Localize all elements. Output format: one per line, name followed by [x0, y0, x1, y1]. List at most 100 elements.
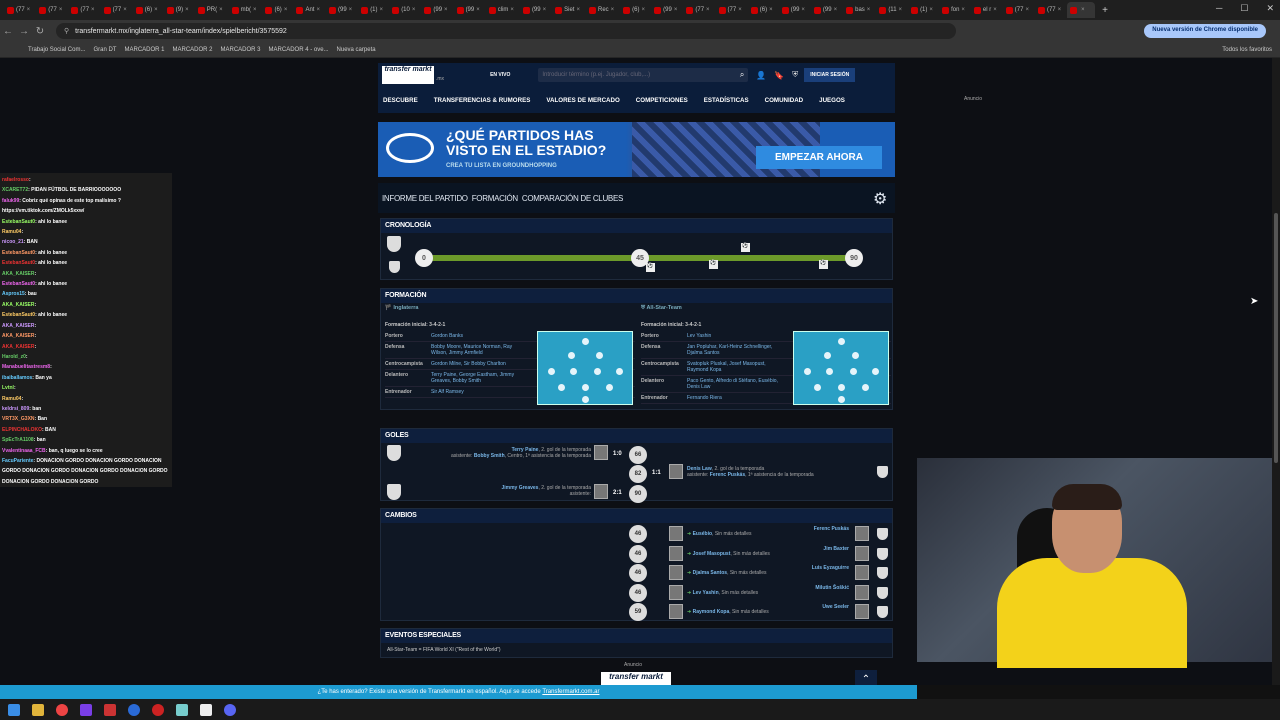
- browser-tab[interactable]: (77 ×: [683, 2, 712, 18]
- nav-item[interactable]: TRANSFERENCIAS & RUMORES: [434, 97, 531, 104]
- player-photo[interactable]: [669, 526, 683, 541]
- chat-username[interactable]: nicoo_21: [2, 239, 24, 245]
- browser-tab[interactable]: (77 ×: [4, 2, 33, 18]
- chrome-update-button[interactable]: Nueva versión de Chrome disponible: [1144, 24, 1266, 38]
- tab-close-icon[interactable]: ×: [543, 7, 547, 13]
- login-button[interactable]: INICIAR SESIÓN: [804, 68, 856, 82]
- live-badge[interactable]: EN VIVO: [490, 72, 510, 78]
- bookmark-item[interactable]: Nueva carpeta: [337, 47, 376, 53]
- search-icon[interactable]: ⌕: [740, 70, 744, 80]
- shield-icon[interactable]: ⛨: [792, 70, 798, 80]
- player-position-dot[interactable]: [548, 368, 555, 375]
- browser-tab[interactable]: (99 ×: [326, 2, 355, 18]
- lineup-players[interactable]: Svatopluk Pluskal, Josef Masopust, Raymo…: [687, 359, 783, 375]
- tab-close-icon[interactable]: ×: [1081, 7, 1085, 13]
- chat-username[interactable]: AKA_KAISER: [2, 302, 35, 308]
- lineup-players[interactable]: Jan Popluhar, Karl-Heinz Schnellinger, D…: [687, 342, 783, 358]
- tab-close-icon[interactable]: ×: [444, 7, 448, 13]
- tab-close-icon[interactable]: ×: [510, 7, 514, 13]
- search-input[interactable]: Introducir término (p.ej. Jugador, club,…: [538, 68, 749, 82]
- url-field[interactable]: ⚲ transfermarkt.mx/inglaterra_all-star-t…: [56, 23, 956, 39]
- chat-username[interactable]: VRT3X_G3XN: [2, 416, 35, 422]
- chrome-icon[interactable]: [56, 703, 68, 716]
- app-icon[interactable]: [104, 703, 116, 716]
- scroll-top-button[interactable]: ⌃: [855, 670, 877, 685]
- browser-tab[interactable]: (1) ×: [908, 2, 936, 18]
- tab-club-comparison[interactable]: COMPARACIÓN DE CLUBES: [522, 194, 623, 203]
- bookmark-item[interactable]: Trabajo Social Com...: [28, 47, 85, 53]
- tab-close-icon[interactable]: ×: [476, 7, 480, 13]
- close-icon[interactable]: ✕: [1266, 3, 1274, 14]
- chat-username[interactable]: Manabuelitastresm8: [2, 364, 50, 370]
- browser-tab[interactable]: Siet ×: [552, 2, 583, 18]
- chat-username[interactable]: Lvtnl: [2, 385, 14, 391]
- player-position-dot[interactable]: [804, 368, 811, 375]
- browser-tab[interactable]: (99 ×: [811, 2, 840, 18]
- tab-close-icon[interactable]: ×: [674, 7, 678, 13]
- player-position-dot[interactable]: [606, 384, 613, 391]
- tab-close-icon[interactable]: ×: [993, 7, 997, 13]
- browser-tab[interactable]: (1) ×: [358, 2, 386, 18]
- discord-icon[interactable]: [224, 703, 236, 716]
- browser-tab[interactable]: (77 ×: [1035, 2, 1064, 18]
- tab-close-icon[interactable]: ×: [929, 7, 933, 13]
- lineup-players[interactable]: Terry Paine, George Eastham, Jimmy Greav…: [431, 370, 527, 386]
- tab-close-icon[interactable]: ×: [380, 7, 384, 13]
- browser-tab[interactable]: el r ×: [971, 2, 1000, 18]
- maximize-icon[interactable]: ☐: [1240, 3, 1248, 14]
- chat-username[interactable]: rafaelrosso: [2, 177, 29, 183]
- bookmark-item[interactable]: MARCADOR 1: [124, 47, 164, 53]
- browser-tab[interactable]: PR(×: [195, 2, 226, 18]
- browser-tab[interactable]: (9) ×: [164, 2, 192, 18]
- lineup-players[interactable]: Bobby Moore, Maurice Norman, Ray Wilson,…: [431, 342, 527, 358]
- chat-username[interactable]: EstebanSaut0: [2, 250, 35, 256]
- new-tab-icon[interactable]: +: [1102, 5, 1108, 16]
- file-explorer-icon[interactable]: [32, 703, 44, 716]
- lineup-players[interactable]: Lev Yashin: [687, 331, 783, 341]
- timeline-goal-66-icon[interactable]: ⚽: [646, 263, 655, 272]
- chat-username[interactable]: Aspros15: [2, 291, 25, 297]
- home-team-name[interactable]: 🏴 Inglaterra: [385, 305, 418, 311]
- player-position-dot[interactable]: [838, 338, 845, 345]
- player-position-dot[interactable]: [582, 338, 589, 345]
- tab-close-icon[interactable]: ×: [706, 7, 710, 13]
- player-position-dot[interactable]: [850, 368, 857, 375]
- chat-username[interactable]: EstebanSaut0: [2, 260, 35, 266]
- chat-username[interactable]: ELPINCHALOKO: [2, 427, 42, 433]
- sub-out-name[interactable]: Jim Baxter: [789, 546, 849, 552]
- tab-close-icon[interactable]: ×: [154, 7, 158, 13]
- reload-icon[interactable]: ↻: [32, 26, 48, 37]
- lineup-players[interactable]: Fernando Riera: [687, 393, 783, 403]
- tab-close-icon[interactable]: ×: [123, 7, 127, 13]
- chat-username[interactable]: Ramu04: [2, 229, 21, 235]
- app-icon[interactable]: [128, 703, 140, 716]
- browser-tab[interactable]: (99 ×: [779, 2, 808, 18]
- player-position-dot[interactable]: [570, 368, 577, 375]
- browser-tab[interactable]: (77 ×: [101, 2, 130, 18]
- sub-out-name[interactable]: Luis Eyzaguirre: [789, 565, 849, 571]
- tab-close-icon[interactable]: ×: [27, 7, 31, 13]
- nav-item[interactable]: DESCUBRE: [383, 97, 418, 104]
- lineup-players[interactable]: Paco Gento, Alfredo di Stéfano, Eusébio,…: [687, 376, 783, 392]
- forward-icon[interactable]: →: [16, 26, 32, 37]
- browser-tab[interactable]: (6) ×: [620, 2, 648, 18]
- player-position-dot[interactable]: [824, 352, 831, 359]
- user-icon[interactable]: 👤: [756, 71, 766, 80]
- player-position-dot[interactable]: [862, 384, 869, 391]
- browser-tab[interactable]: clim ×: [486, 2, 517, 18]
- chat-username[interactable]: keldrsi_809: [2, 406, 29, 412]
- chat-username[interactable]: Vvalentinaaa_FCB: [2, 448, 46, 454]
- browser-tab[interactable]: (99 ×: [520, 2, 549, 18]
- tab-close-icon[interactable]: ×: [961, 7, 965, 13]
- tab-close-icon[interactable]: ×: [801, 7, 805, 13]
- bookmark-item[interactable]: Gran DT: [93, 47, 116, 53]
- lineup-players[interactable]: Gordon Milne, Sir Bobby Charlton: [431, 359, 527, 369]
- minimize-icon[interactable]: ─: [1216, 3, 1222, 14]
- all-bookmarks[interactable]: Todos los favoritos: [1222, 47, 1272, 53]
- bookmark-item[interactable]: MARCADOR 4 - ove...: [269, 47, 329, 53]
- away-team-name[interactable]: ⛨ All-Star-Team: [641, 305, 682, 312]
- bookmark-icon[interactable]: 🔖: [774, 71, 784, 80]
- bookmark-item[interactable]: MARCADOR 2: [173, 47, 213, 53]
- player-position-dot[interactable]: [826, 368, 833, 375]
- browser-tab[interactable]: (99 ×: [421, 2, 450, 18]
